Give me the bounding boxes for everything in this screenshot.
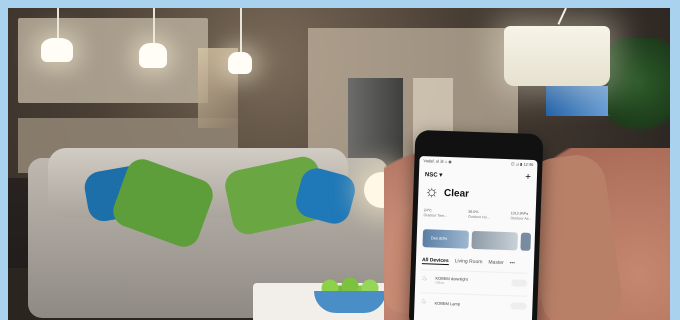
stat-air-pressure: 1013.9hPa Outdoor Air...	[510, 211, 532, 221]
weather-summary: ☼ Clear	[424, 183, 470, 202]
room-tabs: All Devices Living Room Master •••	[421, 257, 534, 268]
device-row[interactable]: ♨ KOBEM Lamp	[420, 292, 527, 315]
device-row[interactable]: ♨ KOBEM downlight Offline	[421, 269, 528, 292]
home-header: NSC ▾ +	[425, 170, 531, 183]
weather-condition: Clear	[443, 187, 470, 200]
tab-master[interactable]: Master	[488, 259, 503, 267]
scene-card[interactable]: Den 80%	[422, 229, 470, 249]
status-right: ⊡ ⊿ ▮ 12:46	[511, 161, 534, 167]
frame-border-left	[0, 0, 8, 320]
tab-living-room[interactable]: Living Room	[455, 258, 483, 266]
scene-cards: Den 80%	[422, 229, 535, 251]
bulb-icon: ♨	[420, 298, 427, 306]
device-toggle[interactable]	[511, 278, 528, 287]
stat-temperature: 24°C Outdoor Tem...	[423, 208, 448, 218]
smartphone: Vodaf. ul ☰ ⌂ ◉ ⊡ ⊿ ▮ 12:46 NSC ▾ + ☼ Cl…	[408, 129, 544, 320]
living-room-photo	[8, 8, 670, 320]
plant	[608, 38, 670, 148]
bulb-icon: ♨	[421, 275, 428, 283]
frame-border-top	[0, 0, 680, 8]
add-device-button[interactable]: +	[525, 172, 531, 183]
more-tabs-button[interactable]: •••	[510, 260, 515, 267]
home-selector[interactable]: NSC ▾	[425, 171, 443, 179]
app-screen: Vodaf. ul ☰ ⌂ ◉ ⊡ ⊿ ▮ 12:46 NSC ▾ + ☼ Cl…	[413, 155, 538, 320]
device-name: KOBEM Lamp	[434, 300, 461, 306]
fruit-bowl	[314, 291, 386, 313]
wall-painting	[546, 86, 616, 116]
photo-frame: Vodaf. ul ☰ ⌂ ◉ ⊡ ⊿ ▮ 12:46 NSC ▾ + ☼ Cl…	[0, 0, 680, 320]
weather-stats: 24°C Outdoor Tem... 38.0% Outdoor Hu... 10…	[423, 208, 531, 222]
frame-border-right	[670, 0, 680, 320]
status-bar: Vodaf. ul ☰ ⌂ ◉ ⊡ ⊿ ▮ 12:46	[423, 158, 533, 167]
sun-icon: ☼	[424, 183, 440, 201]
scene-card[interactable]	[471, 230, 519, 251]
stat-humidity: 38.0% Outdoor Hu...	[468, 209, 490, 220]
tab-all-devices[interactable]: All Devices	[421, 257, 449, 266]
device-toggle[interactable]	[510, 301, 527, 310]
scene-card[interactable]	[520, 232, 532, 251]
large-lamp-shade	[504, 26, 610, 86]
status-left: Vodaf. ul ☰ ⌂ ◉	[423, 158, 452, 165]
